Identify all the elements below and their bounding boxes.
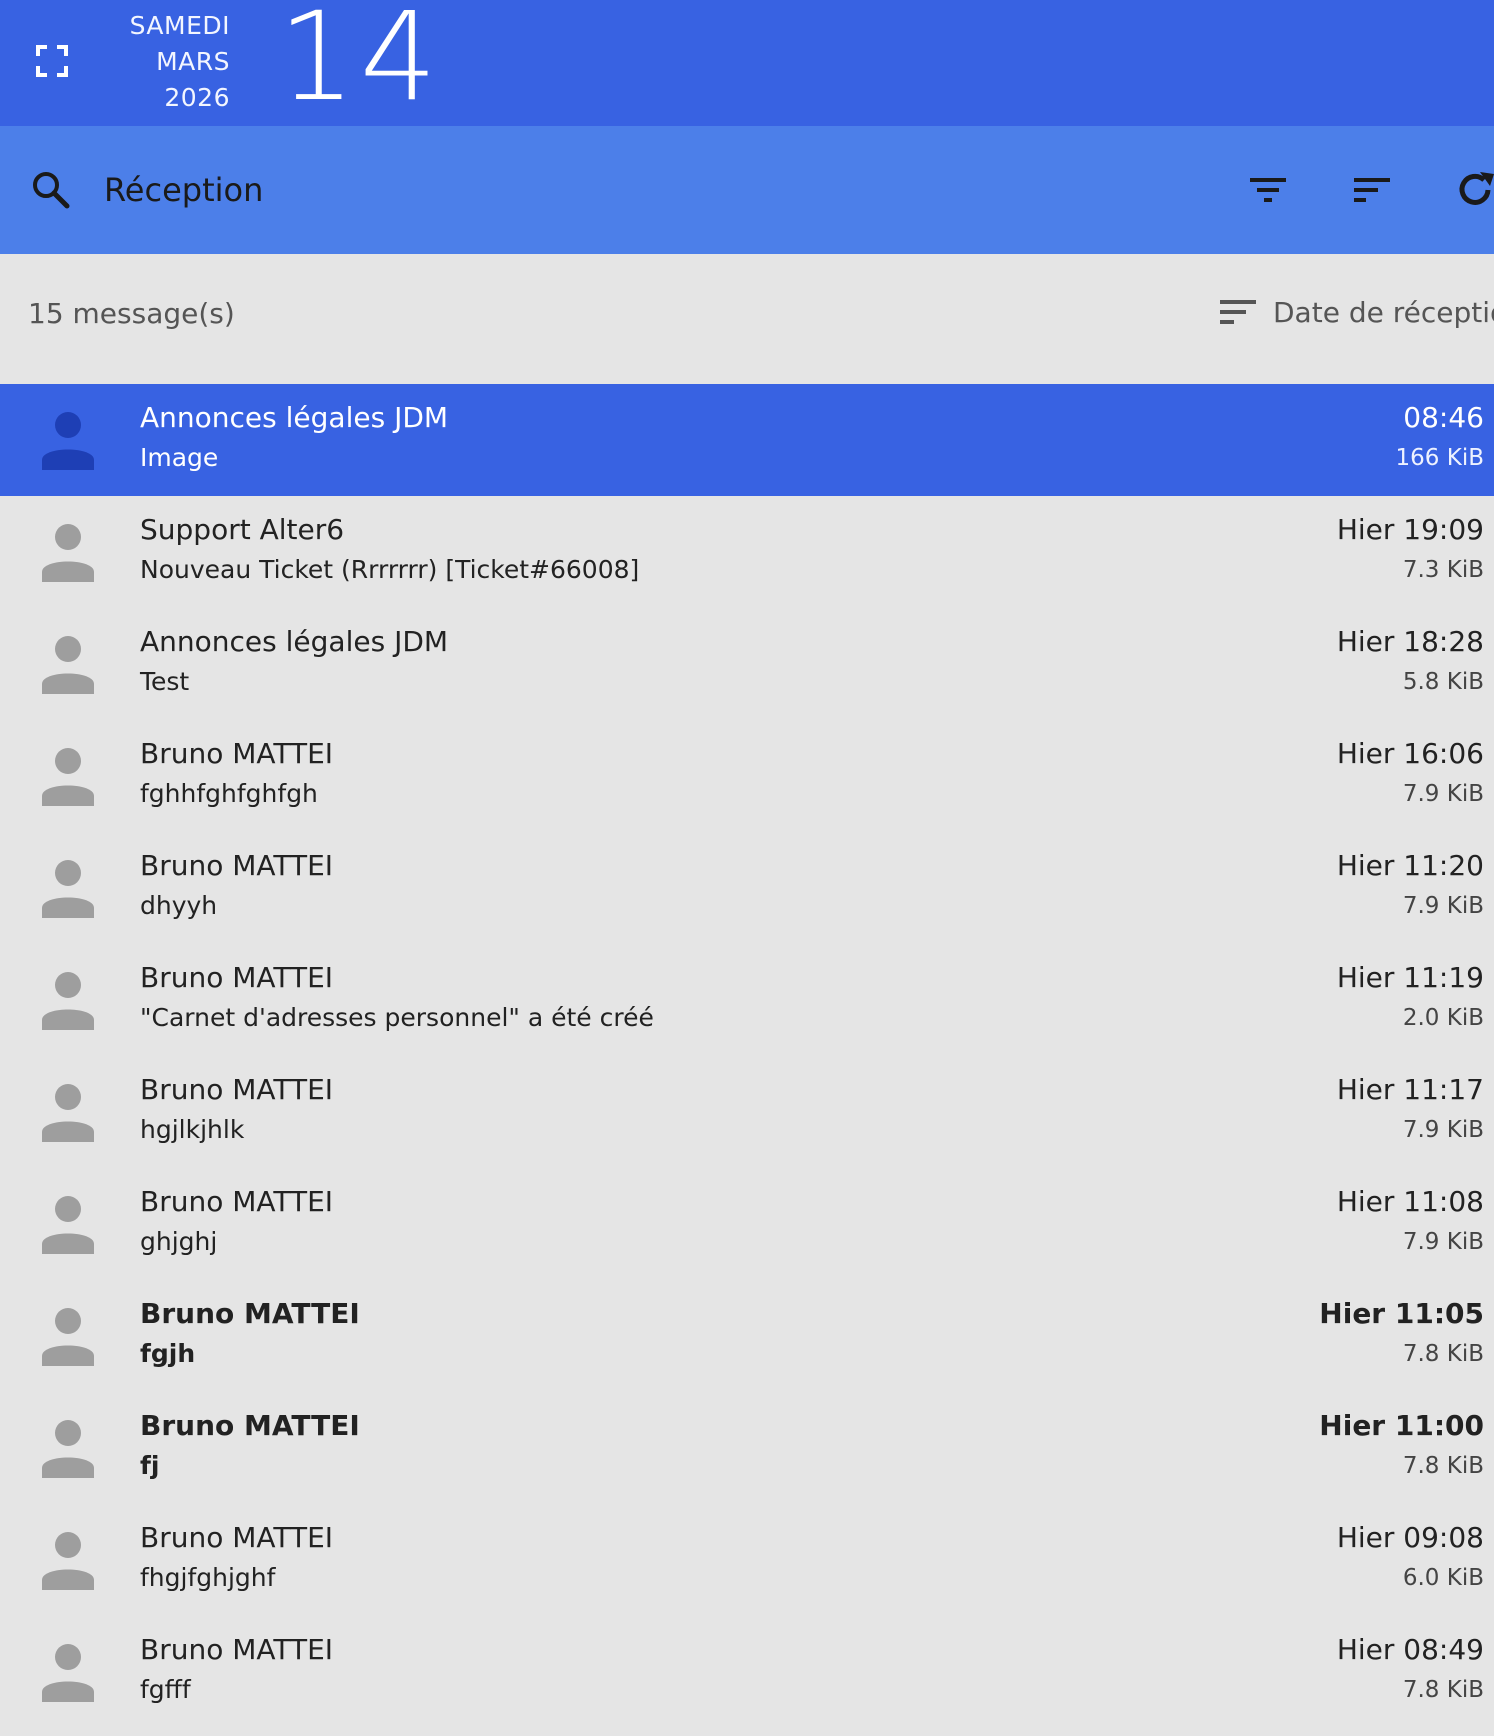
message-sender: Bruno MATTEI xyxy=(140,1409,360,1442)
message-time: Hier 09:08 xyxy=(1336,1521,1484,1554)
message-size: 166 KiB xyxy=(1395,445,1484,471)
refresh-icon[interactable] xyxy=(1454,168,1494,212)
message-sender: Bruno MATTEI xyxy=(140,1297,360,1330)
message-subject: hgjlkjhlk xyxy=(140,1115,245,1144)
message-time: Hier 11:08 xyxy=(1336,1185,1484,1218)
month-label: MARS xyxy=(156,47,230,76)
list-header: 15 message(s) Date de réception xyxy=(0,254,1494,384)
message-sender: Annonces légales JDM xyxy=(140,401,449,434)
avatar-icon xyxy=(42,1532,94,1590)
message-row[interactable]: Bruno MATTEI fj Hier 11:00 7.8 KiB xyxy=(0,1392,1494,1504)
avatar-icon xyxy=(42,1420,94,1478)
message-size: 7.9 KiB xyxy=(1402,1117,1484,1143)
message-time: Hier 11:17 xyxy=(1336,1073,1484,1106)
message-time: Hier 11:19 xyxy=(1336,961,1484,994)
message-subject: fgfff xyxy=(140,1675,191,1704)
avatar-icon xyxy=(42,860,94,918)
sort-label: Date de réception xyxy=(1273,296,1494,329)
avatar-icon xyxy=(42,1196,94,1254)
message-row[interactable]: Bruno MATTEI fghhfghfghfgh Hier 16:06 7.9 K… xyxy=(0,720,1494,832)
message-time: Hier 08:49 xyxy=(1336,1633,1484,1666)
avatar-icon xyxy=(42,412,94,470)
message-row[interactable]: Bruno MATTEI dhyyh Hier 11:20 7.9 KiB xyxy=(0,832,1494,944)
sort-icon[interactable] xyxy=(1350,168,1394,212)
message-size: 7.9 KiB xyxy=(1402,893,1484,919)
message-subject: fgjh xyxy=(140,1339,196,1368)
avatar-icon xyxy=(42,1084,94,1142)
message-sender: Bruno MATTEI xyxy=(140,961,334,994)
sort-icon xyxy=(1220,300,1256,324)
message-subject: fghhfghfghfgh xyxy=(140,779,318,808)
message-size: 5.8 KiB xyxy=(1402,669,1484,695)
top-date-bar: SAMEDI MARS 2026 14 xyxy=(0,0,1494,126)
message-time: Hier 18:28 xyxy=(1336,625,1484,658)
avatar-icon xyxy=(42,636,94,694)
message-subject: dhyyh xyxy=(140,891,218,920)
avatar-icon xyxy=(42,748,94,806)
message-sender: Bruno MATTEI xyxy=(140,1633,334,1666)
message-row[interactable]: Bruno MATTEI hgjlkjhlk Hier 11:17 7.9 KiB xyxy=(0,1056,1494,1168)
mailbox-toolbar: Réception xyxy=(0,126,1494,254)
message-time: Hier 19:09 xyxy=(1336,513,1484,546)
weekday-label: SAMEDI xyxy=(129,11,230,40)
message-time: Hier 11:20 xyxy=(1336,849,1484,882)
message-row[interactable]: Annonces légales JDM Test Hier 18:28 5.8 Ki… xyxy=(0,608,1494,720)
message-sender: Bruno MATTEI xyxy=(140,1185,334,1218)
day-number: 14 xyxy=(278,0,442,128)
avatar-icon xyxy=(42,1308,94,1366)
message-subject: "Carnet d'adresses personnel" a été créé xyxy=(140,1003,654,1032)
message-sender: Bruno MATTEI xyxy=(140,1521,334,1554)
message-size: 6.0 KiB xyxy=(1402,1565,1484,1591)
message-subject: fj xyxy=(140,1451,160,1480)
message-subject: Image xyxy=(140,443,219,472)
message-size: 7.9 KiB xyxy=(1402,781,1484,807)
message-time: Hier 11:05 xyxy=(1319,1297,1484,1330)
message-size: 7.8 KiB xyxy=(1402,1341,1484,1367)
filter-icon[interactable] xyxy=(1246,168,1290,212)
message-row[interactable]: Bruno MATTEI fgjh Hier 11:05 7.8 KiB xyxy=(0,1280,1494,1392)
message-time: 08:46 xyxy=(1403,401,1484,434)
message-subject: Test xyxy=(140,667,190,696)
message-sender: Support Alter6 xyxy=(140,513,345,546)
message-time: Hier 16:06 xyxy=(1336,737,1484,770)
message-sender: Bruno MATTEI xyxy=(140,849,334,882)
avatar-icon xyxy=(42,1644,94,1702)
message-subject: ghjghj xyxy=(140,1227,218,1256)
message-row[interactable]: Bruno MATTEI "Carnet d'adresses personnel… xyxy=(0,944,1494,1056)
message-size: 7.8 KiB xyxy=(1402,1453,1484,1479)
message-subject: fhgjfghjghf xyxy=(140,1563,276,1592)
message-row[interactable]: Annonces légales JDM Image 08:46 166 KiB xyxy=(0,384,1494,496)
fullscreen-icon[interactable] xyxy=(36,45,68,77)
message-time: Hier 11:00 xyxy=(1319,1409,1484,1442)
message-size: 7.8 KiB xyxy=(1402,1677,1484,1703)
message-row[interactable]: Bruno MATTEI fgfff Hier 08:49 7.8 KiB xyxy=(0,1616,1494,1728)
message-sender: Bruno MATTEI xyxy=(140,737,334,770)
message-row[interactable]: Support Alter6 Nouveau Ticket (Rrrrrrr) [… xyxy=(0,496,1494,608)
message-subject: Nouveau Ticket (Rrrrrrr) [Ticket#66008] xyxy=(140,555,640,584)
message-count: 15 message(s) xyxy=(28,297,235,330)
year-label: 2026 xyxy=(164,83,230,112)
message-size: 2.0 KiB xyxy=(1402,1005,1484,1031)
message-row[interactable]: Bruno MATTEI ghjghj Hier 11:08 7.9 KiB xyxy=(0,1168,1494,1280)
message-sender: Annonces légales JDM xyxy=(140,625,449,658)
message-size: 7.3 KiB xyxy=(1402,557,1484,583)
message-row[interactable]: Bruno MATTEI fhgjfghjghf Hier 09:08 6.0 KiB xyxy=(0,1504,1494,1616)
date-text: SAMEDI MARS 2026 xyxy=(110,8,230,116)
message-list: Annonces légales JDM Image 08:46 166 KiB Sup… xyxy=(0,384,1494,1728)
avatar-icon xyxy=(42,524,94,582)
folder-title: Réception xyxy=(104,171,264,209)
message-size: 7.9 KiB xyxy=(1402,1229,1484,1255)
search-icon[interactable] xyxy=(30,169,72,211)
message-sender: Bruno MATTEI xyxy=(140,1073,334,1106)
avatar-icon xyxy=(42,972,94,1030)
